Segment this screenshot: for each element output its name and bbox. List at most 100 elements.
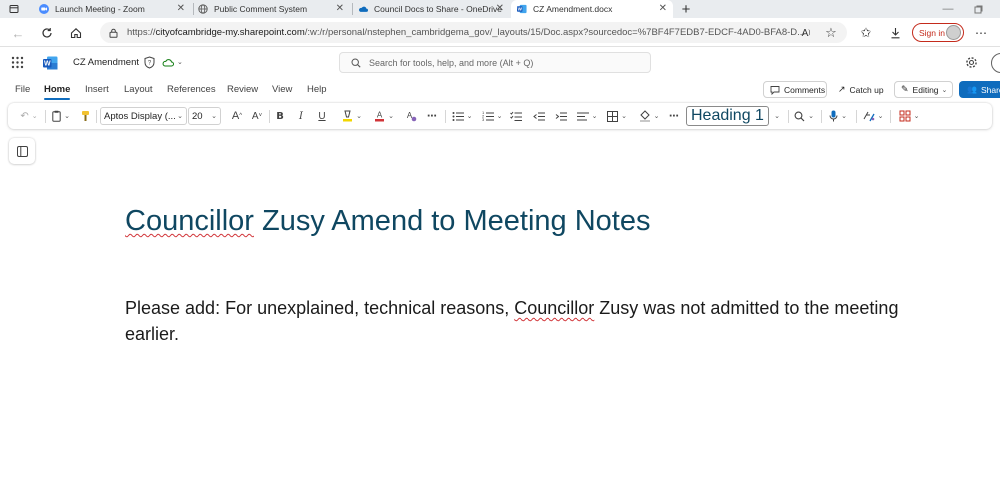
favorite-star-icon[interactable]: ☆	[822, 24, 840, 42]
editor-icon[interactable]: ⌄	[860, 108, 886, 124]
more-options-icon[interactable]: ⋯	[972, 24, 990, 42]
font-color-icon[interactable]: A ⌄	[370, 108, 398, 124]
find-icon[interactable]: ⌄	[791, 108, 817, 124]
close-tab-icon[interactable]: ✕	[336, 3, 344, 14]
tab-layout[interactable]: Layout	[124, 84, 153, 95]
underline-icon[interactable]: U	[315, 108, 329, 124]
font-size-value: 20	[192, 110, 203, 122]
shading-icon[interactable]: ⌄	[636, 108, 662, 124]
styles-gallery-heading1[interactable]: Heading 1	[686, 106, 769, 126]
address-bar[interactable]: https://cityofcambridge-my.sharepoint.co…	[100, 22, 847, 43]
word-logo-icon[interactable]: W	[43, 56, 58, 75]
navigation-pane-button[interactable]	[9, 138, 35, 164]
read-aloud-icon[interactable]: A)	[797, 24, 815, 42]
word-icon: W	[517, 4, 527, 14]
document-heading[interactable]: Councillor Zusy Amend to Meeting Notes	[125, 205, 650, 238]
comments-button[interactable]: Comments	[763, 81, 827, 98]
dictate-icon[interactable]: ⌄	[825, 108, 851, 124]
tab-zoom[interactable]: Launch Meeting - Zoom ✕	[36, 0, 191, 18]
paste-icon[interactable]: ⌄	[50, 108, 72, 124]
bold-icon[interactable]: B	[273, 108, 287, 124]
tab-review[interactable]: Review	[227, 84, 258, 95]
format-painter-icon[interactable]	[78, 108, 92, 124]
downloads-icon[interactable]	[886, 24, 904, 42]
svg-text:?: ?	[148, 61, 152, 67]
home-ribbon-toolbar: ↶ ⌄ ⌄ Aptos Display (... ⌄ 20 ⌄ A ^ A ˅ B I…	[8, 103, 992, 129]
tab-onedrive[interactable]: Council Docs to Share - OneDrive ✕	[355, 0, 510, 18]
highlight-color-icon[interactable]: ⌄	[338, 108, 366, 124]
search-icon	[351, 58, 361, 70]
font-size-dropdown[interactable]: 20 ⌄	[188, 107, 221, 125]
checklist-icon[interactable]	[509, 108, 523, 124]
borders-icon[interactable]: ⌄	[604, 108, 630, 124]
sensitivity-shield-icon[interactable]: ?	[144, 56, 155, 74]
settings-gear-icon[interactable]	[965, 56, 978, 74]
tell-me-search-box[interactable]: Search for tools, help, and more (Alt + …	[339, 52, 651, 73]
clear-formatting-icon[interactable]: A	[404, 108, 418, 124]
back-icon[interactable]: ←	[9, 24, 27, 42]
catch-up-button[interactable]: ↗ Catch up	[832, 81, 889, 98]
comment-icon	[770, 85, 780, 95]
close-tab-icon[interactable]: ✕	[496, 3, 504, 14]
sign-in-button[interactable]: Sign in	[912, 23, 964, 42]
zoom-icon	[39, 4, 49, 14]
tab-title: Council Docs to Share - OneDrive	[374, 4, 503, 14]
paragraph-misspelled-word: Councillor	[514, 298, 595, 318]
numbering-icon[interactable]: 123 ⌄	[479, 108, 505, 124]
chevron-down-icon: ⌄	[177, 113, 183, 120]
people-icon: 👥	[967, 85, 977, 94]
home-icon[interactable]	[67, 24, 85, 42]
toolbar-divider	[821, 110, 822, 123]
share-button[interactable]: 👥 Share	[959, 81, 1000, 98]
toolbar-divider	[45, 110, 46, 123]
tab-cz-amendment[interactable]: W CZ Amendment.docx ✕	[511, 0, 673, 18]
bullets-icon[interactable]: ⌄	[449, 108, 475, 124]
grow-font-icon[interactable]: A ^	[229, 108, 245, 124]
sign-in-label: Sign in	[919, 27, 945, 38]
tab-help[interactable]: Help	[307, 84, 327, 95]
document-title[interactable]: CZ Amendment	[73, 57, 139, 68]
word-header: W CZ Amendment ? ⌄ Search for tools, hel…	[0, 48, 1000, 78]
more-font-options-icon[interactable]: ⋯	[424, 108, 440, 124]
align-left-icon[interactable]: ⌄	[574, 108, 600, 124]
close-tab-icon[interactable]: ✕	[177, 3, 185, 14]
add-ins-icon[interactable]: ⌄	[895, 108, 923, 124]
minimize-icon[interactable]: —	[940, 0, 956, 18]
font-name-dropdown[interactable]: Aptos Display (... ⌄	[100, 107, 187, 125]
styles-dropdown-icon[interactable]: ⌄	[770, 108, 784, 124]
editing-label: Editing	[912, 84, 939, 95]
increase-indent-icon[interactable]	[554, 108, 568, 124]
restore-icon[interactable]	[970, 0, 986, 18]
tab-insert[interactable]: Insert	[85, 84, 109, 95]
decrease-indent-icon[interactable]	[532, 108, 546, 124]
favorites-icon[interactable]: ✩	[857, 24, 875, 42]
toolbar-divider	[856, 110, 857, 123]
toolbar-divider	[445, 110, 446, 123]
url-prefix: https://	[127, 27, 156, 38]
shrink-font-icon[interactable]: A ˅	[249, 108, 265, 124]
toolbar-divider	[788, 110, 789, 123]
undo-icon[interactable]: ↶ ⌄	[17, 108, 41, 124]
heading-text: Zusy Amend to Meeting Notes	[253, 205, 651, 237]
tab-public-comment[interactable]: Public Comment System ✕	[195, 0, 350, 18]
svg-text:W: W	[518, 7, 523, 12]
tab-references[interactable]: References	[167, 84, 216, 95]
refresh-icon[interactable]	[38, 24, 56, 42]
tab-view[interactable]: View	[272, 84, 292, 95]
italic-icon[interactable]: I	[294, 108, 308, 124]
close-tab-icon[interactable]: ✕	[659, 3, 667, 14]
document-paragraph[interactable]: Please add: For unexplained, technical r…	[125, 295, 925, 347]
more-paragraph-options-icon[interactable]: ⋯	[666, 108, 682, 124]
tab-title: Public Comment System	[214, 4, 308, 14]
editing-mode-button[interactable]: ✎ Editing ⌄	[894, 81, 953, 98]
toolbar-divider	[890, 110, 891, 123]
save-status-icon[interactable]: ⌄	[162, 56, 183, 68]
tab-title: CZ Amendment.docx	[533, 4, 613, 14]
new-tab-icon[interactable]: +	[678, 0, 694, 18]
tab-home[interactable]: Home	[44, 84, 71, 100]
chevron-down-icon: ⌄	[941, 86, 948, 94]
account-avatar[interactable]	[991, 53, 1000, 73]
tab-file[interactable]: File	[15, 84, 30, 95]
tab-actions-icon[interactable]	[5, 0, 23, 18]
app-launcher-icon[interactable]	[11, 56, 24, 74]
